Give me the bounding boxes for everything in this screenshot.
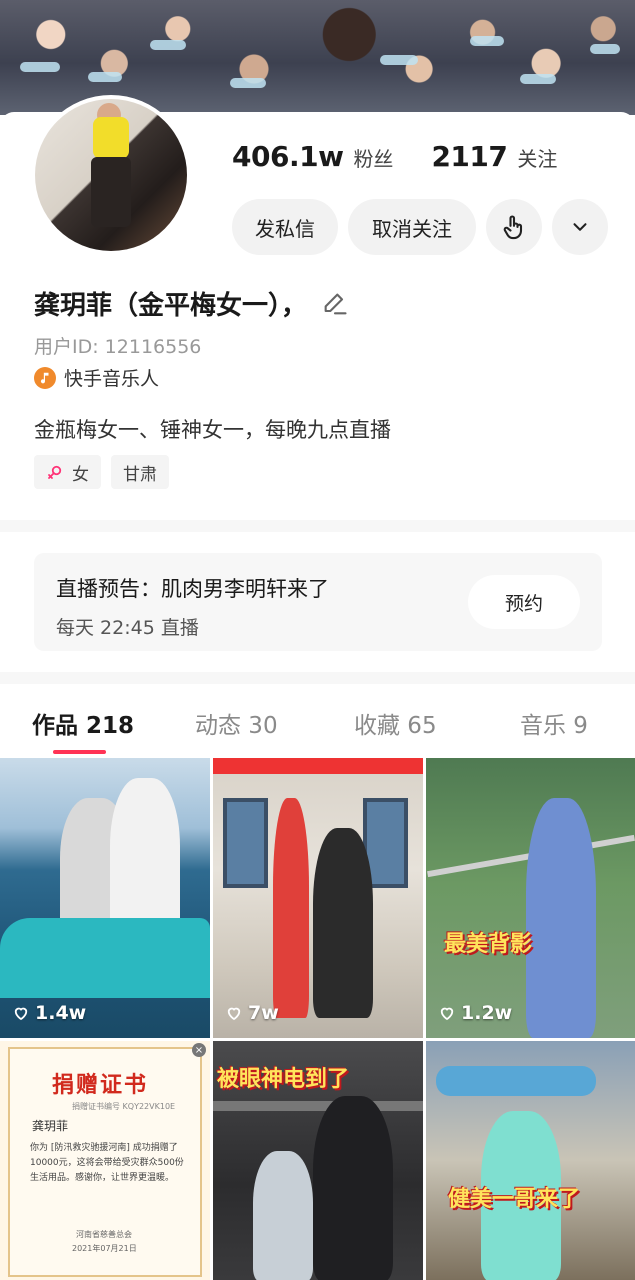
heart-icon xyxy=(227,1007,241,1021)
profile-actions: 发私信 取消关注 xyxy=(232,199,608,255)
tab-moments[interactable]: 动态 30 xyxy=(195,706,278,740)
certificate-name: 龚玥菲 xyxy=(32,1119,69,1133)
location-tag: 甘肃 xyxy=(111,455,169,489)
edit-remark-icon[interactable] xyxy=(321,290,349,318)
video-thumbnail[interactable]: 1.4w xyxy=(0,758,210,1038)
video-likes: 7w xyxy=(225,1002,279,1024)
female-icon xyxy=(48,465,62,479)
profile-name: 龚玥菲（金平梅女一）， xyxy=(34,291,308,321)
reserve-button[interactable]: 预约 xyxy=(468,575,580,629)
profile-bio: 金瓶梅女一、锤神女一，每晚九点直播 xyxy=(34,418,391,442)
video-overlay-text: 被眼神电到了 xyxy=(217,1067,350,1092)
video-likes-count: 7w xyxy=(248,1002,279,1024)
video-thumbnail[interactable]: 捐赠证书 捐赠证书编号 KQY22VK10E 龚玥菲 你为 [防汛救灾驰援河南]… xyxy=(0,1041,210,1280)
musician-badge-label: 快手音乐人 xyxy=(64,368,160,390)
poke-button[interactable] xyxy=(486,199,542,255)
video-likes-count: 1.4w xyxy=(35,1002,87,1024)
video-thumbnail[interactable]: 被眼神电到了 xyxy=(213,1041,423,1280)
video-thumbnail[interactable]: 健美一哥来了 xyxy=(426,1041,635,1280)
followers-label: 粉丝 xyxy=(353,147,394,171)
heart-icon xyxy=(440,1007,454,1021)
active-tab-indicator xyxy=(53,750,106,754)
video-grid: 1.4w 7w 最美背影 1.2w 捐赠证书 捐赠证书编号 KQY22VK10E… xyxy=(0,758,635,1280)
tab-favorites[interactable]: 收藏 65 xyxy=(354,706,437,740)
followers-stat[interactable]: 406.1w 粉丝 xyxy=(232,140,393,173)
certificate-date: 2021年07月21日 xyxy=(72,1244,137,1253)
more-options-button[interactable] xyxy=(552,199,608,255)
profile-tags: 女 甘肃 xyxy=(34,455,169,489)
live-preview-title: 直播预告：肌肉男李明轩来了 xyxy=(56,577,329,601)
close-icon[interactable]: × xyxy=(192,1043,206,1057)
video-thumbnail[interactable]: 最美背影 1.2w xyxy=(426,758,635,1038)
video-likes: 1.4w xyxy=(12,1002,86,1024)
gender-tag: 女 xyxy=(34,455,101,489)
following-label: 关注 xyxy=(517,147,558,171)
following-count: 2117 xyxy=(431,140,508,173)
section-divider xyxy=(0,520,635,532)
profile-page: 406.1w 粉丝 2117 关注 发私信 取消关注 龚玥菲（金平梅女一）， 用… xyxy=(0,0,635,1280)
unfollow-button[interactable]: 取消关注 xyxy=(348,199,476,255)
certificate-body: 你为 [防汛救灾驰援河南] 成功捐赠了 10000元，这将会带给受灾群众500份… xyxy=(30,1143,184,1183)
heart-icon xyxy=(14,1007,28,1021)
hand-pointer-icon xyxy=(503,215,523,240)
live-preview-card[interactable]: 直播预告：肌肉男李明轩来了 每天 22:45 直播 预约 xyxy=(34,553,602,651)
tab-music[interactable]: 音乐 9 xyxy=(520,706,588,740)
tab-works[interactable]: 作品 218 xyxy=(32,706,134,740)
music-note-icon xyxy=(34,366,56,389)
gender-tag-label: 女 xyxy=(72,464,89,485)
avatar-image xyxy=(35,99,187,251)
video-overlay-text: 最美背影 xyxy=(444,932,533,957)
location-tag-label: 甘肃 xyxy=(123,464,157,485)
donation-certificate: 捐赠证书 捐赠证书编号 KQY22VK10E 龚玥菲 你为 [防汛救灾驰援河南]… xyxy=(8,1047,202,1277)
live-preview-time: 每天 22:45 直播 xyxy=(56,617,199,639)
video-likes: 1.2w xyxy=(438,1002,512,1024)
video-thumbnail[interactable]: 7w xyxy=(213,758,423,1038)
section-divider xyxy=(0,672,635,684)
profile-stats: 406.1w 粉丝 2117 关注 xyxy=(232,140,557,173)
certificate-org: 河南省慈善总会 xyxy=(76,1230,132,1239)
followers-count: 406.1w xyxy=(232,140,344,173)
video-overlay-text: 健美一哥来了 xyxy=(448,1187,581,1212)
name-row: 龚玥菲（金平梅女一）， xyxy=(34,285,349,322)
certificate-title: 捐赠证书 xyxy=(52,1073,149,1098)
chevron-down-icon xyxy=(573,223,587,231)
certificate-number: 捐赠证书编号 KQY22VK10E xyxy=(72,1102,176,1111)
video-likes-count: 1.2w xyxy=(461,1002,513,1024)
send-message-button[interactable]: 发私信 xyxy=(232,199,338,255)
user-id: 用户ID: 12116556 xyxy=(34,336,202,358)
following-stat[interactable]: 2117 关注 xyxy=(431,140,557,173)
content-tabs: 作品 218 动态 30 收藏 65 音乐 9 xyxy=(0,700,635,756)
musician-badge[interactable]: 快手音乐人 xyxy=(34,364,159,391)
avatar[interactable] xyxy=(31,95,191,255)
